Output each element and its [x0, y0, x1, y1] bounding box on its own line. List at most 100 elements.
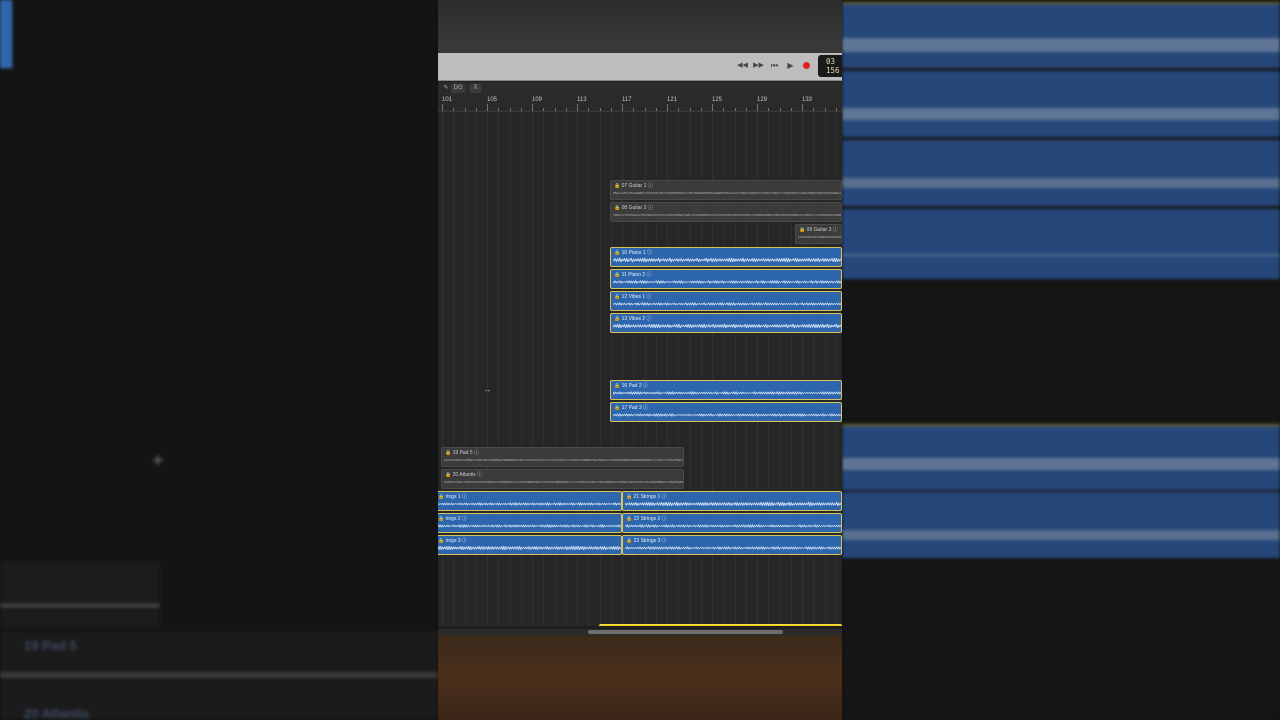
ruler-bar-label: 117	[622, 97, 632, 103]
lcd-display: 03 156	[818, 55, 842, 77]
waveform	[613, 190, 841, 196]
lcd-line-1: 03	[826, 57, 836, 66]
ruler-tick	[610, 108, 612, 111]
audio-region[interactable]: 🔒 rings 1 ⓘ	[438, 491, 622, 511]
region-name: 🔒 19 Pad 5 ⓘ	[445, 450, 480, 456]
waveform	[613, 323, 841, 329]
forward-button[interactable]: ▶▶	[752, 59, 765, 73]
audio-region[interactable]: 🔒 19 Pad 5 ⓘ	[441, 447, 684, 467]
region-name: 🔒 rings 2 ⓘ	[438, 516, 468, 522]
video-frame: 19 Pad 5 20 Atlantis + ◀◀ ▶▶ ⏮ ▶ 03 156	[0, 0, 1280, 720]
audio-region[interactable]: 🔒 09 Guitar 3 ⓘ	[795, 224, 842, 244]
ruler-tick	[779, 108, 781, 111]
ruler-bar-label: 125	[712, 97, 723, 103]
waveform	[613, 390, 841, 396]
region-name: 🔒 20 Atlantis ⓘ	[445, 472, 483, 478]
lcd-line-2: 156	[826, 66, 840, 75]
waveform	[444, 479, 683, 485]
audio-region[interactable]: 🔒 22 Strings 2 ⓘ	[622, 513, 842, 533]
dg-button[interactable]: DG	[451, 84, 465, 93]
go-to-start-button[interactable]: ⏮	[768, 59, 781, 73]
scrollbar-thumb[interactable]	[588, 630, 783, 634]
waveform	[625, 501, 841, 507]
ruler-tick	[498, 108, 500, 111]
ruler-tick	[689, 108, 691, 111]
side-label-atlantis: 20 Atlantis	[24, 706, 90, 720]
region-name: 🔒 08 Guitar 2 ⓘ	[614, 205, 653, 211]
audio-region[interactable]: 🔒 27 Cello 1 ⓘ	[599, 624, 842, 626]
ruler-tick	[565, 108, 567, 111]
ruler-tick	[700, 108, 702, 111]
audio-region[interactable]: 🔒 11 Piano 2 ⓘ	[610, 269, 842, 289]
side-label-pad5: 19 Pad 5	[24, 638, 77, 653]
audio-region[interactable]: 🔒 10 Piano 1 ⓘ	[610, 247, 842, 267]
ruler-tick	[757, 104, 758, 111]
region-name: 🔒 23 Strings 3 ⓘ	[626, 538, 667, 544]
audio-region[interactable]: 🔒 21 Strings 1 ⓘ	[622, 491, 842, 511]
pencil-tool-icon[interactable]: ✎	[442, 84, 450, 93]
ruler-bar-label: 133	[802, 97, 813, 103]
ruler-tick	[577, 104, 578, 111]
ruler-tick	[487, 104, 488, 111]
ruler-tick	[599, 108, 601, 111]
ruler-bar-label: 101	[442, 97, 453, 103]
waveform	[625, 545, 841, 551]
ruler-bar-label: 109	[532, 97, 543, 103]
play-button[interactable]: ▶	[784, 59, 797, 73]
audio-region[interactable]: 🔒 13 Vibes 2 ⓘ	[610, 313, 842, 333]
region-name: 🔒 21 Strings 1 ⓘ	[626, 494, 667, 500]
waveform	[613, 257, 841, 263]
snap-tool-icon[interactable]: ⊼	[470, 84, 481, 93]
waveform	[613, 412, 841, 418]
ruler-tick	[644, 108, 646, 111]
control-bar: ◀◀ ▶▶ ⏮ ▶	[438, 53, 842, 81]
ruler-tick	[532, 104, 533, 111]
ruler-tick	[667, 104, 668, 111]
ruler-tick	[824, 108, 826, 111]
ruler-tick	[442, 104, 443, 111]
audio-region[interactable]: 🔒 23 Strings 3 ⓘ	[622, 535, 842, 555]
ruler-tick	[633, 108, 635, 111]
waveform	[444, 457, 683, 463]
region-name: 🔒 10 Piano 1 ⓘ	[614, 250, 652, 256]
ruler-tick	[588, 108, 590, 111]
bar-ruler[interactable]: 101 105 109 113 117 121 125 129 133	[438, 95, 842, 112]
tracks-area[interactable]: + 🔒 07 Guitar 1 ⓘ🔒 08 Guitar 2 ⓘ🔒 09 Gui…	[438, 112, 842, 626]
audio-region[interactable]: 🔒 rings 2 ⓘ	[438, 513, 622, 533]
audio-region[interactable]: 🔒 rings 3 ⓘ	[438, 535, 622, 555]
ruler-tick	[520, 108, 522, 111]
region-name: 🔒 07 Guitar 1 ⓘ	[614, 183, 653, 189]
audio-region[interactable]: 🔒 17 Pad 3 ⓘ	[610, 402, 842, 422]
ruler-tick	[509, 108, 511, 111]
region-name: 🔒 16 Pad 2 ⓘ	[614, 383, 649, 389]
audio-region[interactable]: 🔒 12 Vibes 1 ⓘ	[610, 291, 842, 311]
region-name: 🔒 11 Piano 2 ⓘ	[614, 272, 652, 278]
ruler-tick	[768, 108, 770, 111]
region-name: 🔒 17 Pad 3 ⓘ	[614, 405, 649, 411]
ruler-bar-label: 121	[667, 97, 678, 103]
record-button[interactable]	[803, 62, 810, 69]
crosshair-cursor-icon: +	[152, 450, 164, 472]
ruler-tick	[543, 108, 545, 111]
right-blurred-background	[842, 0, 1280, 720]
waveform	[438, 545, 621, 551]
region-name: 🔒 22 Strings 2 ⓘ	[626, 516, 667, 522]
waveform	[438, 501, 621, 507]
ruler-tick	[723, 108, 725, 111]
audio-region[interactable]: 🔒 16 Pad 2 ⓘ	[610, 380, 842, 400]
ruler-bar-label: 105	[487, 97, 498, 103]
region-name: 🔒 09 Guitar 3 ⓘ	[799, 227, 838, 233]
region-name: 🔒 rings 1 ⓘ	[438, 494, 468, 500]
top-dark-area	[438, 0, 842, 53]
ruler-tick	[790, 108, 792, 111]
rewind-button[interactable]: ◀◀	[736, 59, 749, 73]
waveform	[613, 301, 841, 307]
region-name: 🔒 rings 3 ⓘ	[438, 538, 468, 544]
audio-region[interactable]: 🔒 08 Guitar 2 ⓘ	[610, 202, 842, 222]
audio-region[interactable]: 🔒 07 Guitar 1 ⓘ	[610, 180, 842, 200]
left-blurred-background: 19 Pad 5 20 Atlantis +	[0, 0, 438, 720]
waveform	[613, 212, 841, 218]
ruler-tick	[622, 104, 623, 111]
audio-region[interactable]: 🔒 20 Atlantis ⓘ	[441, 469, 684, 489]
bottom-warm-area	[438, 635, 842, 720]
